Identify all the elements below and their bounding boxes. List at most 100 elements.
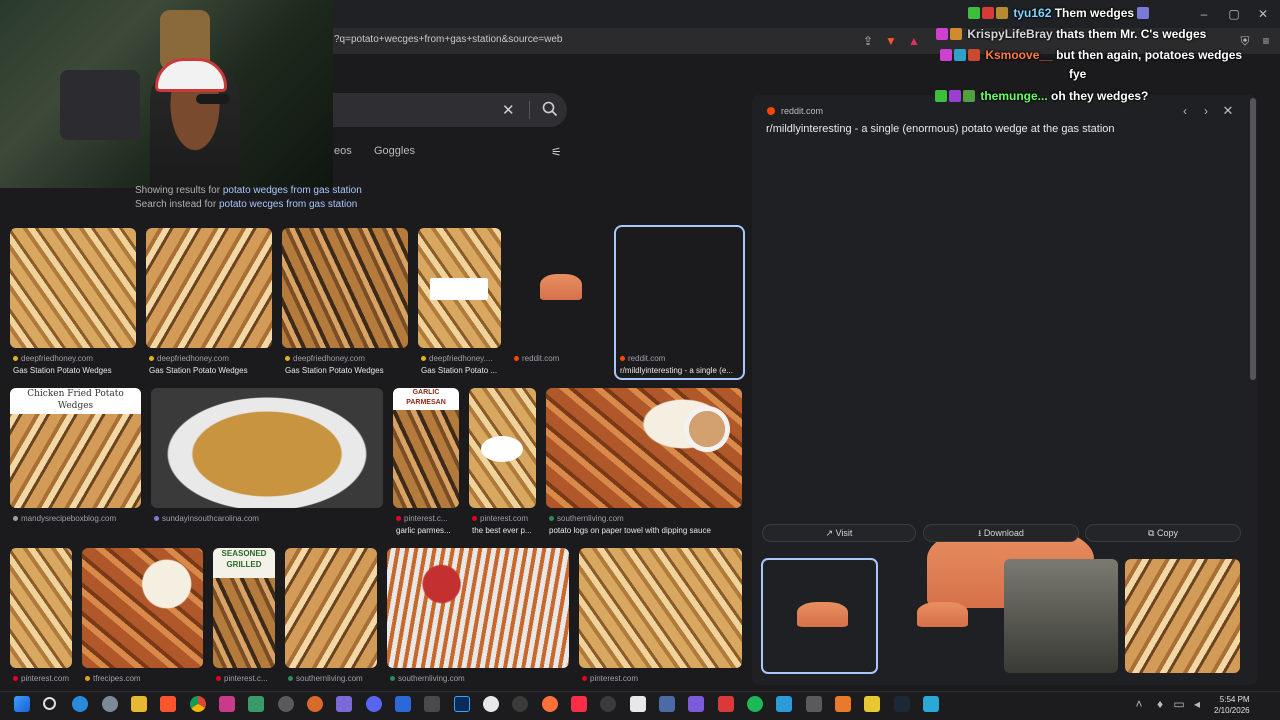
tray-expand-icon[interactable]: ˄ — [1132, 697, 1146, 711]
close-preview-icon[interactable]: ✕ — [1221, 104, 1235, 118]
app-icon[interactable] — [395, 696, 411, 712]
chat-badge-icon — [936, 28, 948, 40]
share-icon[interactable]: ⇪ — [861, 34, 875, 48]
close-window-icon[interactable]: ✕ — [1256, 7, 1270, 21]
preview-source[interactable]: reddit.com — [781, 106, 823, 116]
result-caption[interactable]: Gas Station Potato Wedges — [13, 366, 138, 375]
app-icon[interactable] — [835, 696, 851, 712]
chat-username[interactable]: themunge... — [980, 89, 1047, 103]
volume-icon[interactable]: ◂ — [1190, 697, 1204, 711]
app-icon[interactable] — [219, 696, 235, 712]
taskbar-clock[interactable]: 5:54 PM 2/10/2026 — [1214, 694, 1250, 716]
result-image[interactable] — [469, 388, 536, 508]
notepad-icon[interactable] — [923, 696, 939, 712]
result-caption[interactable]: the best ever p... — [472, 526, 542, 535]
game-controller-icon[interactable] — [336, 696, 352, 712]
app-icon[interactable] — [776, 696, 792, 712]
result-caption[interactable]: potato logs on paper towel with dipping … — [549, 526, 741, 535]
maximize-icon[interactable]: ▢ — [1227, 7, 1241, 21]
result-source: pinterest.com — [13, 674, 81, 683]
app-icon[interactable] — [307, 696, 323, 712]
result-caption[interactable]: Gas Station Potato ... — [421, 366, 505, 375]
related-image[interactable] — [1004, 559, 1118, 673]
result-image[interactable] — [10, 548, 72, 668]
preview-scrollbar[interactable] — [1250, 98, 1256, 380]
photoshop-icon[interactable] — [454, 696, 470, 712]
file-explorer-icon[interactable] — [131, 696, 147, 712]
result-caption[interactable]: r/mildlyinteresting - a single (e... — [620, 366, 742, 375]
search-taskbar-icon[interactable] — [43, 697, 56, 710]
tab-videos[interactable]: eos — [334, 145, 352, 157]
tab-goggles[interactable]: Goggles — [374, 145, 415, 157]
app-icon[interactable] — [600, 696, 616, 712]
chrome-icon[interactable] — [190, 696, 206, 712]
next-icon[interactable]: › — [1199, 104, 1213, 118]
previous-icon[interactable]: ‹ — [1178, 104, 1192, 118]
chat-username[interactable]: tyu162 — [1013, 6, 1051, 20]
visit-button[interactable]: ↗ Visit — [762, 524, 916, 542]
edge-icon[interactable] — [72, 696, 88, 712]
copy-button[interactable]: ⧉ Copy — [1085, 524, 1241, 542]
app-icon[interactable] — [512, 696, 528, 712]
chat-username[interactable]: Ksmoove__ — [985, 48, 1052, 62]
preview-title[interactable]: r/mildlyinteresting - a single (enormous… — [766, 123, 1115, 135]
brave-icon[interactable] — [160, 696, 176, 712]
related-image[interactable] — [763, 559, 876, 673]
download-button[interactable]: ⭳ Download — [923, 524, 1079, 542]
app-icon[interactable] — [278, 696, 294, 712]
result-source: sundayinsouthcarolina.com — [154, 514, 284, 523]
network-icon[interactable]: ▭ — [1172, 697, 1186, 711]
result-image[interactable] — [511, 228, 606, 348]
steam-icon[interactable] — [894, 696, 910, 712]
app-icon[interactable] — [864, 696, 880, 712]
chat-badge-icon — [963, 90, 975, 102]
firefox-icon[interactable] — [542, 696, 558, 712]
result-caption[interactable]: Gas Station Potato Wedges — [149, 366, 274, 375]
search-icon[interactable] — [541, 100, 559, 118]
menu-icon[interactable]: ≡ — [1259, 34, 1273, 48]
related-image[interactable] — [883, 559, 997, 673]
url-text[interactable]: ?q=potato+wecges+from+gas+station&source… — [334, 34, 563, 45]
result-caption[interactable]: garlic parmes... — [396, 526, 462, 535]
corrected-query-link[interactable]: potato wedges from gas station — [223, 185, 362, 196]
app-icon[interactable] — [424, 696, 440, 712]
result-image[interactable] — [282, 228, 408, 348]
minimize-icon[interactable]: – — [1197, 7, 1211, 21]
result-image[interactable]: GARLIC PARMESAN — [393, 388, 459, 508]
app-icon[interactable] — [248, 696, 264, 712]
result-image[interactable] — [82, 548, 203, 668]
result-image[interactable] — [546, 388, 742, 508]
music-icon[interactable] — [571, 696, 587, 712]
chat-username[interactable]: KrispyLifeBray — [967, 27, 1052, 41]
search-input[interactable] — [333, 93, 567, 127]
brave-rewards-icon[interactable]: ▲ — [907, 34, 921, 48]
result-image[interactable] — [285, 548, 377, 668]
discord-icon[interactable] — [366, 696, 382, 712]
app-icon[interactable] — [718, 696, 734, 712]
result-image[interactable] — [387, 548, 569, 668]
spotify-icon[interactable] — [747, 696, 763, 712]
brave-shields-icon[interactable]: ▼ — [884, 34, 898, 48]
app-icon[interactable] — [630, 696, 646, 712]
clear-search-icon[interactable]: ✕ — [502, 101, 515, 119]
result-image[interactable] — [418, 228, 501, 348]
app-icon[interactable] — [483, 696, 499, 712]
windows-start-icon[interactable] — [14, 696, 30, 712]
result-image[interactable]: Chicken Fried Potato Wedges — [10, 388, 141, 508]
chat-text: thats them Mr. C's wedges — [1056, 27, 1207, 41]
microphone-icon[interactable]: ♦ — [1153, 697, 1167, 711]
app-icon[interactable] — [688, 696, 704, 712]
app-icon[interactable] — [659, 696, 675, 712]
filter-icon[interactable]: ⚟ — [551, 145, 562, 159]
related-image[interactable] — [1125, 559, 1240, 673]
result-image[interactable]: SEASONED GRILLED — [213, 548, 275, 668]
result-image[interactable] — [146, 228, 272, 348]
result-image[interactable] — [151, 388, 383, 508]
settings-icon[interactable] — [102, 696, 118, 712]
vpn-icon[interactable]: ⛨ — [1238, 34, 1252, 48]
original-query-link[interactable]: potato wecges from gas station — [219, 199, 357, 210]
app-icon[interactable] — [806, 696, 822, 712]
result-caption[interactable]: Gas Station Potato Wedges — [285, 366, 410, 375]
result-image[interactable] — [579, 548, 742, 668]
result-image[interactable] — [10, 228, 136, 348]
